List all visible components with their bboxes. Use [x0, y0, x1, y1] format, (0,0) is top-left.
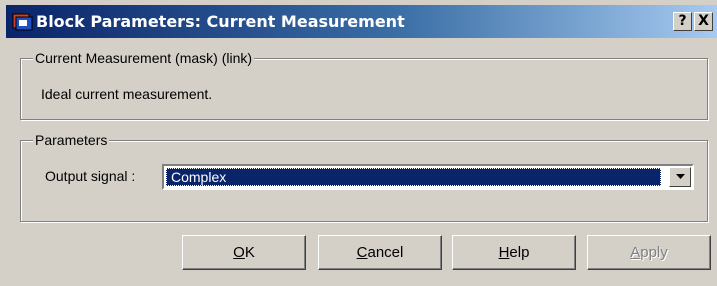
help-button[interactable]: Help	[452, 235, 576, 270]
apply-button[interactable]: Apply	[587, 235, 711, 270]
block-description: Ideal current measurement.	[41, 86, 213, 102]
block-parameters-dialog: Block Parameters: Current Measurement ? …	[0, 0, 717, 286]
output-signal-selected-value[interactable]: Complex	[166, 168, 661, 186]
simulink-block-icon	[12, 11, 33, 32]
output-signal-dropdown[interactable]: Complex	[162, 164, 694, 190]
title-bar[interactable]: Block Parameters: Current Measurement ? …	[6, 5, 717, 38]
help-icon[interactable]: ?	[673, 12, 692, 31]
output-signal-label: Output signal :	[45, 168, 136, 184]
close-icon[interactable]: X	[694, 12, 713, 31]
cancel-button[interactable]: Cancel	[318, 235, 442, 270]
description-legend: Current Measurement (mask) (link)	[33, 50, 255, 66]
parameters-legend: Parameters	[33, 132, 110, 148]
ok-button[interactable]: OK	[182, 235, 306, 270]
dropdown-arrow-icon[interactable]	[669, 167, 691, 187]
window-title: Block Parameters: Current Measurement	[36, 12, 405, 31]
